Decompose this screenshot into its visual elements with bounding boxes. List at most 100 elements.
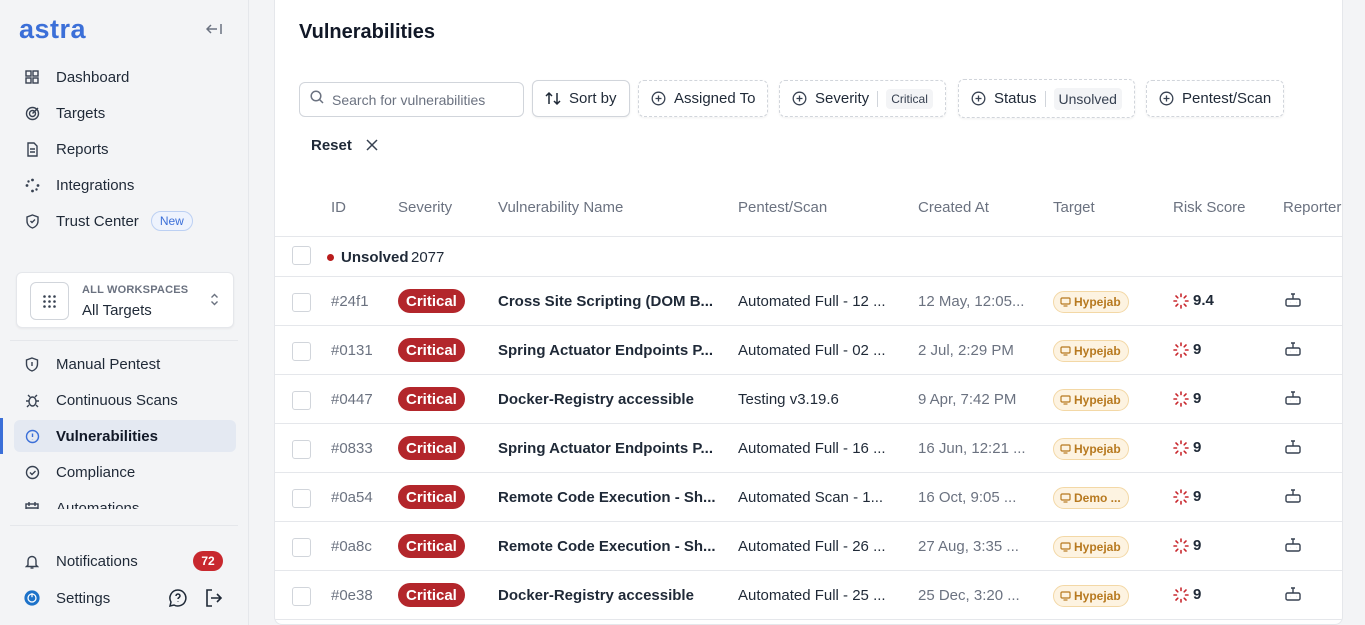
workspace-selector[interactable]: ALL WORKSPACES All Targets — [16, 272, 234, 328]
nav-clip: Automations — [14, 492, 236, 509]
nav-trust-center[interactable]: Trust Center New — [14, 205, 236, 237]
separator — [1044, 90, 1046, 107]
row-checkbox[interactable] — [292, 391, 311, 410]
nav-continuous-scans[interactable]: Continuous Scans — [14, 384, 236, 416]
plus-circle-icon — [1159, 91, 1174, 106]
table-row[interactable]: #0131 Critical Spring Actuator Endpoints… — [275, 326, 1342, 375]
severity-label: Severity — [815, 90, 870, 107]
nav-reports[interactable]: Reports — [14, 133, 236, 165]
nav-label: Dashboard — [56, 68, 130, 86]
row-checkbox[interactable] — [292, 440, 311, 459]
row-checkbox[interactable] — [292, 489, 311, 508]
col-pentest-scan[interactable]: Pentest/Scan — [738, 199, 827, 216]
col-reporter[interactable]: Reporter — [1283, 199, 1341, 216]
col-severity[interactable]: Severity — [398, 199, 452, 216]
row-id: #0131 — [331, 342, 373, 359]
search-icon — [310, 90, 324, 109]
target-badge[interactable]: Hypejab — [1053, 585, 1129, 607]
nav-vulnerabilities[interactable]: Vulnerabilities — [14, 420, 236, 452]
row-checkbox[interactable] — [292, 342, 311, 361]
table-row[interactable]: #0447 Critical Docker-Registry accessibl… — [275, 375, 1342, 424]
collapse-sidebar-icon[interactable] — [203, 18, 225, 40]
grid-icon — [24, 69, 40, 85]
vulnerability-name[interactable]: Remote Code Execution - Sh... — [498, 538, 716, 555]
calendar-icon — [24, 500, 40, 509]
target-badge[interactable]: Hypejab — [1053, 340, 1129, 362]
vulnerability-name[interactable]: Spring Actuator Endpoints P... — [498, 342, 713, 359]
nav-integrations[interactable]: Integrations — [14, 169, 236, 201]
nav-dashboard[interactable]: Dashboard — [14, 61, 236, 93]
monitor-icon — [1060, 395, 1071, 405]
monitor-icon — [1060, 297, 1071, 307]
nav-label: Compliance — [56, 463, 136, 481]
nav-compliance[interactable]: Compliance — [14, 456, 236, 488]
risk-value: 9 — [1193, 341, 1202, 358]
search-box[interactable] — [299, 82, 524, 117]
vulnerability-name[interactable]: Spring Actuator Endpoints P... — [498, 440, 713, 457]
risk-value: 9 — [1193, 586, 1202, 603]
assigned-to-filter[interactable]: Assigned To — [638, 80, 769, 117]
risk-gauge-icon — [1173, 341, 1189, 358]
col-id[interactable]: ID — [331, 199, 346, 216]
target-label: Hypejab — [1074, 442, 1121, 456]
table-row[interactable]: #0a8c Critical Remote Code Execution - S… — [275, 522, 1342, 571]
risk-score: 9 — [1173, 341, 1201, 358]
status-dot — [327, 254, 334, 261]
robot-icon — [1284, 439, 1302, 455]
row-checkbox[interactable] — [292, 587, 311, 606]
table-row[interactable]: #0a54 Critical Remote Code Execution - S… — [275, 473, 1342, 522]
vulnerability-name[interactable]: Remote Code Execution - Sh... — [498, 489, 716, 506]
pentest-scan-filter[interactable]: Pentest/Scan — [1146, 80, 1285, 117]
target-label: Demo ... — [1074, 491, 1121, 505]
table-row[interactable]: #24f1 Critical Cross Site Scripting (DOM… — [275, 277, 1342, 326]
severity-badge: Critical — [398, 289, 465, 313]
new-badge: New — [150, 211, 193, 231]
robot-icon — [1284, 341, 1302, 357]
nav-targets[interactable]: Targets — [14, 97, 236, 129]
shield-icon — [24, 356, 40, 372]
row-checkbox[interactable] — [292, 538, 311, 557]
row-checkbox[interactable] — [292, 293, 311, 312]
col-created-at[interactable]: Created At — [918, 199, 989, 216]
risk-score: 9 — [1173, 586, 1201, 603]
divider — [10, 525, 238, 526]
nav-manual-pentest[interactable]: Manual Pentest — [14, 348, 236, 380]
sort-by-button[interactable]: Sort by — [532, 80, 630, 117]
target-badge[interactable]: Hypejab — [1053, 536, 1129, 558]
target-badge[interactable]: Demo ... — [1053, 487, 1129, 509]
vulnerability-name[interactable]: Cross Site Scripting (DOM B... — [498, 293, 713, 310]
vulnerability-name[interactable]: Docker-Registry accessible — [498, 587, 694, 604]
status-filter[interactable]: Status Unsolved — [958, 79, 1135, 118]
settings-icon — [24, 590, 40, 606]
nav-settings[interactable]: Settings — [14, 582, 236, 614]
nav-label: Reports — [56, 140, 109, 158]
reset-button[interactable]: Reset — [311, 137, 352, 154]
status-label: Status — [994, 90, 1037, 107]
group-count: 2077 — [411, 249, 445, 266]
col-target[interactable]: Target — [1053, 199, 1095, 216]
search-input[interactable] — [332, 91, 512, 108]
pentest-name: Automated Full - 25 ... — [738, 587, 886, 604]
target-badge[interactable]: Hypejab — [1053, 438, 1129, 460]
chat-help-icon[interactable] — [168, 588, 188, 608]
nav-label: Targets — [56, 104, 106, 122]
severity-filter[interactable]: Severity Critical — [779, 80, 946, 117]
astra-logo[interactable]: astra — [19, 14, 86, 45]
group-checkbox[interactable] — [292, 246, 311, 265]
pentest-name: Automated Full - 26 ... — [738, 538, 886, 555]
target-badge[interactable]: Hypejab — [1053, 389, 1129, 411]
close-icon[interactable] — [365, 138, 379, 157]
target-badge[interactable]: Hypejab — [1053, 291, 1129, 313]
table-row[interactable]: #0e38 Critical Docker-Registry accessibl… — [275, 571, 1342, 620]
col-vulnerability-name[interactable]: Vulnerability Name — [498, 199, 623, 216]
bug-icon — [24, 392, 40, 408]
nav-automations[interactable]: Automations — [14, 492, 236, 509]
table-row[interactable]: #0833 Critical Spring Actuator Endpoints… — [275, 424, 1342, 473]
logout-icon[interactable] — [204, 588, 224, 608]
col-risk-score[interactable]: Risk Score — [1173, 199, 1246, 216]
created-at: 25 Dec, 3:20 ... — [918, 587, 1020, 604]
vulnerability-name[interactable]: Docker-Registry accessible — [498, 391, 694, 408]
target-label: Hypejab — [1074, 540, 1121, 554]
risk-gauge-icon — [1173, 439, 1189, 456]
group-row-unsolved[interactable]: Unsolved 2077 — [275, 237, 1342, 277]
